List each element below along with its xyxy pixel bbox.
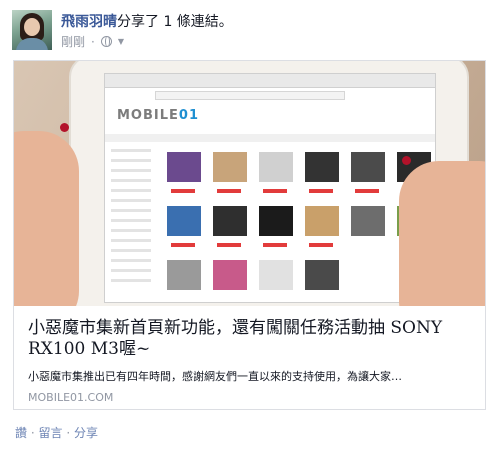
right-thumbnail <box>402 156 411 165</box>
post-action-text: 分享了 1 條連結。 <box>117 14 233 30</box>
action-separator: · <box>66 426 71 440</box>
feed-post: 飛雨羽晴分享了 1 條連結。 剛剛 · ▼ MOBILE01 小惡魔市集新首頁新… <box>0 0 495 449</box>
left-hand <box>14 131 79 306</box>
link-title[interactable]: 小惡魔市集新首頁新功能，還有闖關任務活動抽 SONY RX100 M3喔~ <box>28 318 478 360</box>
action-separator: · <box>30 426 35 440</box>
author-name-link[interactable]: 飛雨羽晴 <box>61 14 117 30</box>
globe-icon[interactable] <box>100 36 112 47</box>
tablet-screen: MOBILE01 <box>104 73 436 303</box>
post-timestamp[interactable]: 剛剛 <box>61 33 85 50</box>
post-actions: 讚 · 留言 · 分享 <box>15 424 98 441</box>
link-domain: MOBILE01.COM <box>28 391 114 404</box>
link-preview-text[interactable]: 小惡魔市集新首頁新功能，還有闖關任務活動抽 SONY RX100 M3喔~ 小惡… <box>14 306 485 409</box>
site-logo-graphic: MOBILE01 <box>117 108 199 123</box>
meta-separator: · <box>91 34 95 49</box>
post-headline: 飛雨羽晴分享了 1 條連結。 <box>61 11 233 31</box>
left-thumbnail <box>60 123 69 132</box>
comment-link[interactable]: 留言 <box>39 426 63 440</box>
right-hand <box>399 161 485 306</box>
author-avatar[interactable] <box>12 10 52 50</box>
caret-down-icon[interactable]: ▼ <box>118 37 124 46</box>
like-link[interactable]: 讚 <box>15 426 27 440</box>
share-link[interactable]: 分享 <box>74 426 98 440</box>
link-description: 小惡魔市集推出已有四年時間，感謝網友們一直以來的支持使用，為讓大家… <box>28 370 402 383</box>
link-preview-card[interactable]: MOBILE01 小惡魔市集新首頁新功能，還有闖關任務活動抽 SONY RX10… <box>13 60 486 410</box>
link-preview-image[interactable]: MOBILE01 <box>14 61 485 306</box>
post-meta: 剛剛 · ▼ <box>61 33 124 50</box>
